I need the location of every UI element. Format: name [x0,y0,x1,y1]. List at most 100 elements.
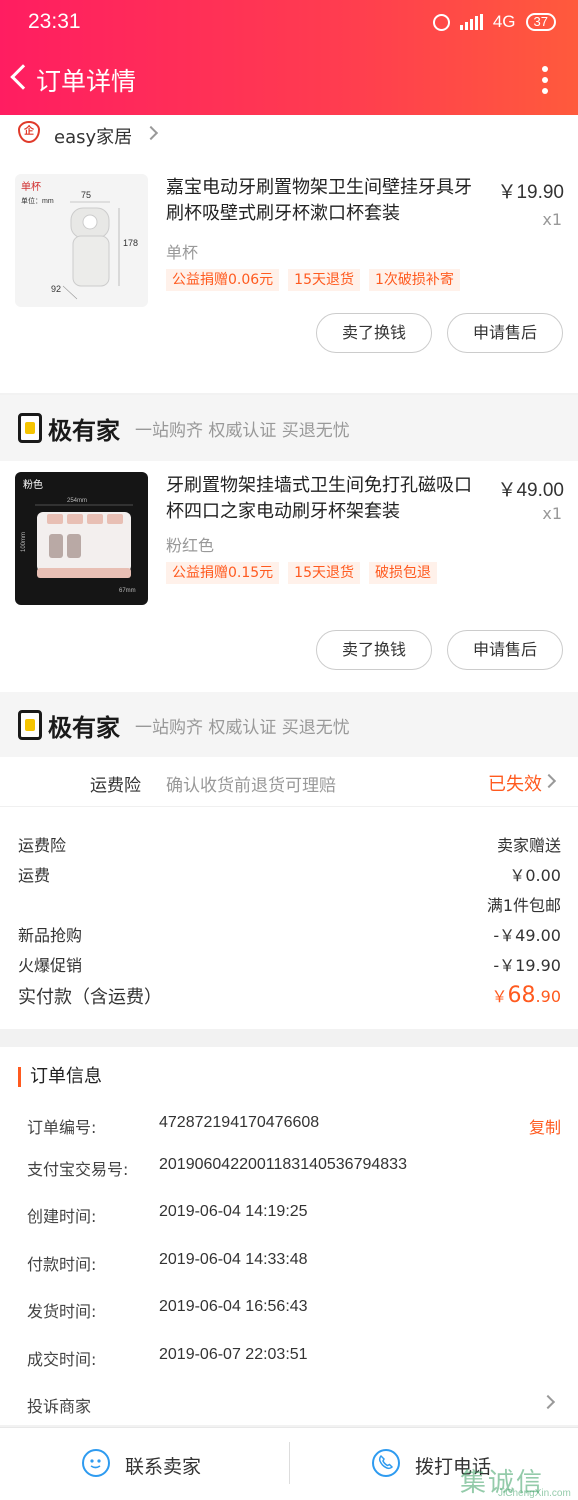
store-banner[interactable]: 极有家 一站购齐 权威认证 买退无忧 [0,395,578,461]
header: 23:31 4G 37 订单详情 [0,0,578,115]
product-name[interactable]: 牙刷置物架挂墙式卫生间免打孔磁吸口杯四口之家电动刷牙杯架套装 [166,473,484,525]
fee-value: -￥49.00 [493,926,561,945]
total-amount: ￥68.90 [492,983,561,1008]
info-value: 2019060422001183140536794833 [159,1156,407,1173]
order-info: 订单信息 订单编号: 472872194170476608 复制 支付宝交易号:… [0,1047,578,1425]
chevron-right-icon [540,1394,556,1410]
total-integer: 68 [507,983,536,1008]
fee-label: 新品抢购 [18,926,83,945]
info-label: 成交时间: [27,1350,97,1369]
battery-icon: 37 [525,13,556,31]
service-tags: 公益捐赠0.15元 15天退货 破损包退 [166,562,437,584]
order-item: 粉色 254mm 100mm 67mm 牙刷置物架挂墙式卫生间免打孔磁吸口杯四口… [0,461,578,692]
service-tag: 15天退货 [288,269,360,291]
order-info-title: 订单信息 [18,1067,102,1087]
product-image: 粉色 254mm 100mm 67mm [21,478,136,594]
chat-icon [82,1449,110,1477]
banner-slogan: 一站购齐 权威认证 买退无忧 [135,718,350,738]
phone-icon [372,1449,400,1477]
fee-value: ￥0.00 [509,866,561,885]
banner-name: 极有家 [48,714,120,742]
thumb-dim: 100mm [21,532,27,552]
info-label: 发货时间: [27,1302,97,1321]
thumb-dim: 178 [123,238,138,248]
status-icons: 4G 37 [432,12,556,32]
fee-row: 运费 ￥0.00 [18,862,561,886]
status-bar: 23:31 4G 37 [0,0,578,46]
total-decimal: .90 [535,987,561,1006]
shipping-insurance-row[interactable]: 运费险 确认收货前退货可理赔 已失效 [0,757,578,807]
fee-value: -￥19.90 [493,956,561,975]
status-time: 23:31 [28,10,81,33]
product-thumbnail[interactable]: 粉色 254mm 100mm 67mm [15,472,148,605]
chevron-right-icon [541,773,557,789]
fee-value: 满1件包邮 [486,896,561,915]
jiyoujia-logo [18,413,42,443]
info-label: 支付宝交易号: [27,1160,129,1179]
info-row: 付款时间: 2019-06-04 14:33:48 [27,1251,561,1275]
jiyoujia-logo [18,710,42,740]
insurance-desc: 确认收货前退货可理赔 [166,776,336,796]
shop-header[interactable]: 企 easy家居 [0,115,578,153]
product-image: 单杯 单位：mm 75 178 92 [21,180,138,300]
signal-icon [459,14,483,30]
store-banner[interactable]: 极有家 一站购齐 权威认证 买退无忧 [0,692,578,758]
alarm-icon [432,13,450,31]
fee-row: 新品抢购 -￥49.00 [18,922,561,946]
insurance-label: 运费险 [90,776,141,796]
thumb-label: 粉色 [23,478,43,491]
info-value: 2019-06-04 14:19:25 [159,1203,308,1220]
copy-button[interactable]: 复制 [529,1114,561,1138]
thumb-label: 单杯 [21,180,41,193]
back-icon[interactable] [10,64,36,90]
sell-exchange-button[interactable]: 卖了换钱 [316,630,432,670]
watermark: 集诚信 JiChengXin.com [458,1460,578,1500]
product-quantity: x1 [542,504,562,523]
total-row: 实付款（含运费） ￥68.90 [18,983,561,1009]
service-tag: 公益捐赠0.15元 [166,562,280,584]
info-value: 2019-06-04 14:33:48 [159,1251,308,1268]
fee-summary: 运费险 卖家赠送 运费 ￥0.00 满1件包邮 新品抢购 -￥49.00 火爆促… [0,807,578,1029]
thumb-unit: 单位：mm [21,196,54,205]
thumb-dim: 92 [51,284,61,294]
fee-row: 火爆促销 -￥19.90 [18,952,561,976]
more-icon[interactable] [542,66,548,94]
service-tag: 公益捐赠0.06元 [166,269,280,291]
info-row: 订单编号: 472872194170476608 复制 [27,1114,561,1138]
fee-label: 运费险 [18,836,67,855]
banner-slogan: 一站购齐 权威认证 买退无忧 [135,421,350,441]
product-name[interactable]: 嘉宝电动牙刷置物架卫生间壁挂牙具牙刷杯吸壁式刷牙杯漱口杯套装 [166,175,484,227]
sell-exchange-button[interactable]: 卖了换钱 [316,313,432,353]
contact-seller-label: 联系卖家 [125,1456,202,1478]
watermark-url: JiChengXin.com [498,1488,571,1499]
complaint-label[interactable]: 投诉商家 [27,1397,91,1416]
after-sale-button[interactable]: 申请售后 [447,630,563,670]
thumb-dim: 75 [81,190,91,200]
fee-label: 火爆促销 [18,956,83,975]
service-tag: 1次破损补寄 [369,269,460,291]
shop-logo: 企 [18,121,40,143]
product-price: ￥49.00 [497,480,564,501]
total-label: 实付款（含运费） [18,987,162,1008]
order-item: 单杯 单位：mm 75 178 92 嘉宝电动牙刷置物架卫生间壁挂牙具牙刷杯吸壁… [0,153,578,393]
fee-row: 运费险 卖家赠送 [18,832,561,856]
page-title: 订单详情 [36,67,137,96]
total-currency: ￥ [491,987,508,1006]
insurance-status: 已失效 [488,774,542,795]
info-row: 创建时间: 2019-06-04 14:19:25 [27,1203,561,1227]
product-sku: 单杯 [166,243,199,262]
complaint-row[interactable]: 投诉商家 [27,1393,561,1417]
chevron-right-icon [143,125,159,141]
after-sale-button[interactable]: 申请售后 [447,313,563,353]
contact-seller-button[interactable]: 联系卖家 [0,1428,289,1500]
info-row: 成交时间: 2019-06-07 22:03:51 [27,1346,561,1370]
service-tag: 破损包退 [369,562,437,584]
info-label: 付款时间: [27,1255,97,1274]
info-value: 472872194170476608 [159,1114,320,1131]
product-price: ￥19.90 [497,182,564,203]
shop-name[interactable]: easy家居 [54,123,132,149]
info-row: 支付宝交易号: 2019060422001183140536794833 [27,1156,561,1180]
product-thumbnail[interactable]: 单杯 单位：mm 75 178 92 [15,174,148,307]
info-row: 发货时间: 2019-06-04 16:56:43 [27,1298,561,1322]
service-tags: 公益捐赠0.06元 15天退货 1次破损补寄 [166,269,460,291]
